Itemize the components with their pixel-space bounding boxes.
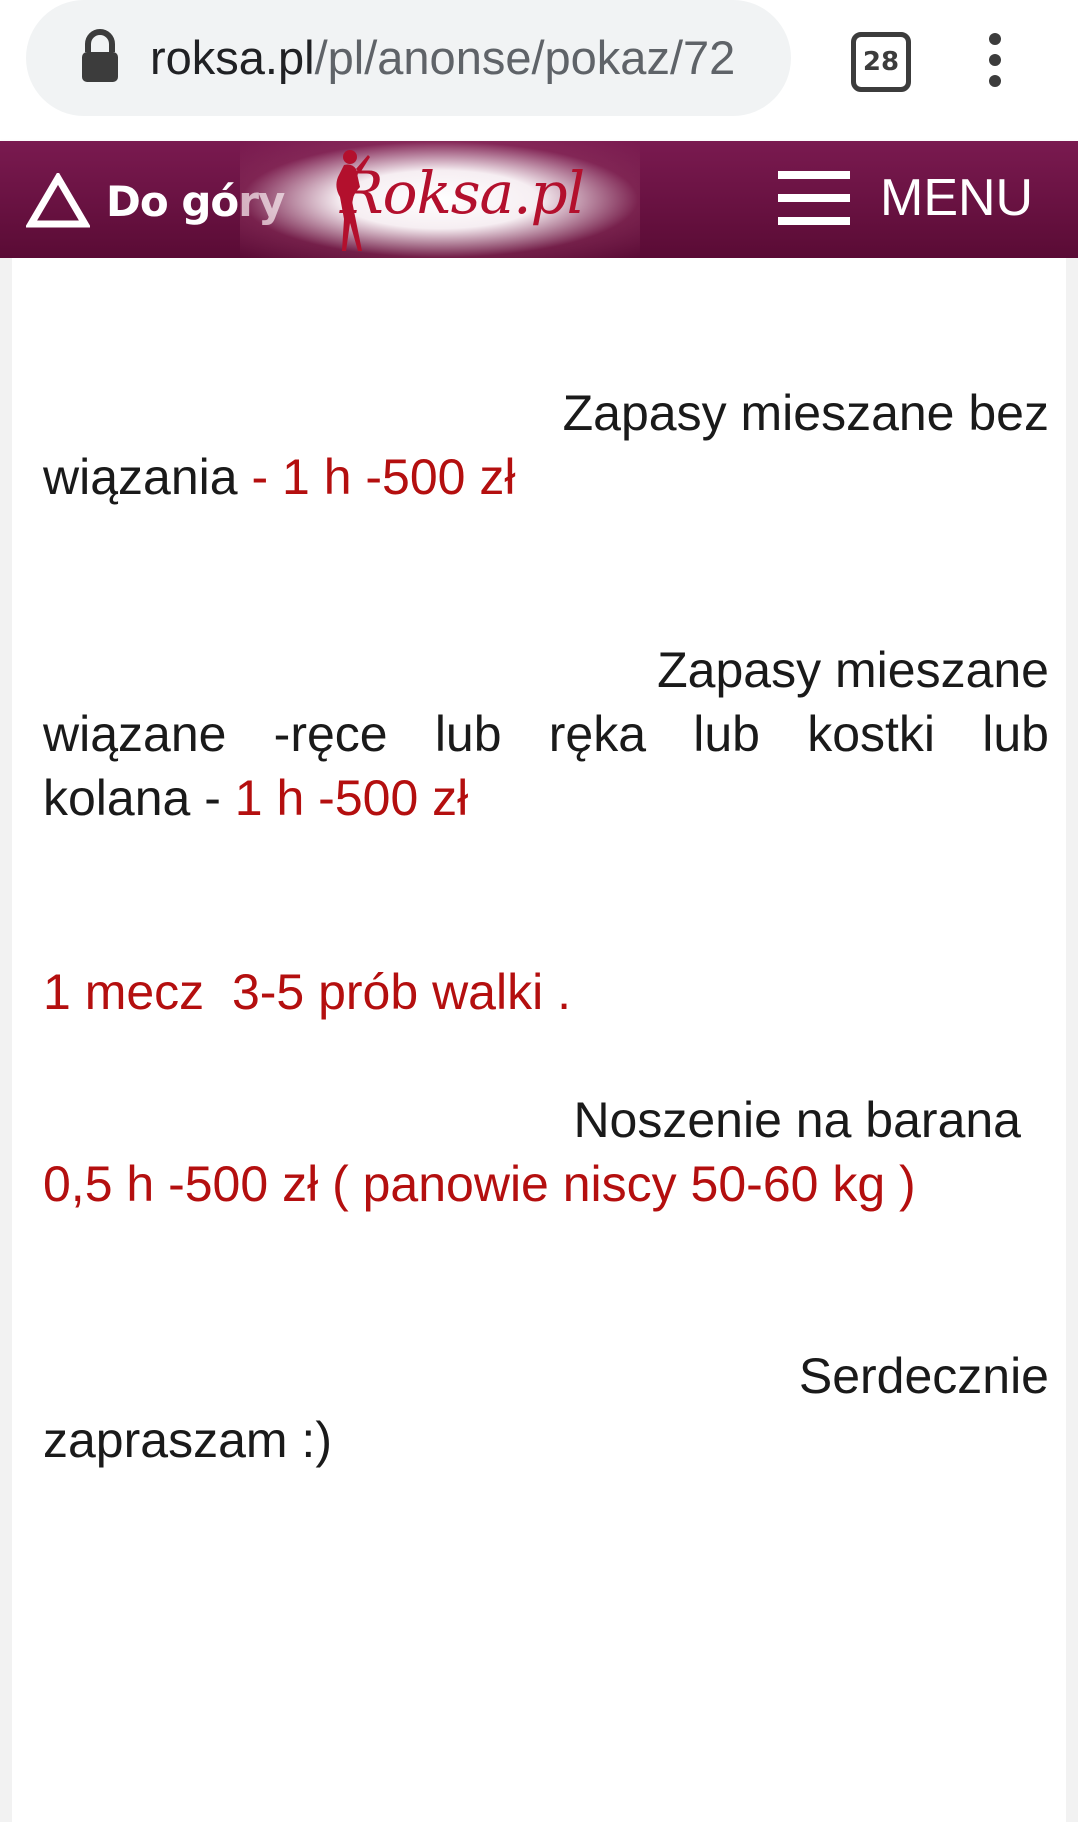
url-host: roksa.pl xyxy=(150,31,315,84)
offer-note: 1 mecz 3-5 prób walki . xyxy=(43,964,571,1020)
offer-word: kostki xyxy=(807,706,936,762)
offer-title-cont: wiązane -ręce lub ręka lub kostki lub xyxy=(43,702,1049,766)
offer-title: Zapasy mieszane xyxy=(657,642,1049,698)
offer-price: - 1 h -500 zł xyxy=(237,449,516,505)
offer-item: Zapasy mieszane wiązane -ręce lub ręka l… xyxy=(43,638,1049,830)
url-path: /pl/anonse/pokaz/72 xyxy=(314,31,736,84)
lock-icon xyxy=(82,29,118,82)
logo-text: Roksa.pl xyxy=(340,159,585,227)
site-logo[interactable]: Roksa.pl xyxy=(240,141,640,258)
offer-word: lub xyxy=(693,706,760,762)
tab-switcher-button[interactable]: 28 xyxy=(851,32,911,92)
hamburger-icon xyxy=(778,171,850,225)
offer-title: Zapasy mieszane bez xyxy=(562,385,1049,441)
offer-item: Zapasy mieszane bez wiązania - 1 h -500 … xyxy=(43,381,1049,509)
site-header: Do góry Roksa.pl MENU xyxy=(0,141,1078,258)
page-edge-right xyxy=(1066,258,1078,1822)
offer-price: 0,5 h -500 zł ( panowie niscy 50-60 kg ) xyxy=(43,1156,916,1212)
url-text[interactable]: roksa.pl/pl/anonse/pokaz/72 xyxy=(150,26,790,90)
menu-label: MENU xyxy=(880,169,1034,227)
offer-word: lub xyxy=(982,706,1049,762)
offer-word: wiązane xyxy=(43,706,227,762)
offer-word: -ręce xyxy=(273,706,388,762)
offer-title: Noszenie na barana xyxy=(573,1092,1021,1148)
browser-toolbar: roksa.pl/pl/anonse/pokaz/72 28 xyxy=(0,0,1078,141)
menu-button[interactable]: MENU xyxy=(778,155,1033,241)
page-edge-left xyxy=(0,258,12,1822)
ad-description: Zapasy mieszane bez wiązania - 1 h -500 … xyxy=(12,258,1066,1822)
offer-price: 1 h -500 zł xyxy=(234,770,469,826)
offer-title-cont: wiązania xyxy=(43,449,238,505)
closing-line-2: zapraszam :) xyxy=(43,1412,332,1468)
offer-item: 1 mecz 3-5 prób walki . xyxy=(43,960,1049,1024)
closing-message: Serdecznie zapraszam :) xyxy=(43,1344,1049,1472)
offer-word: ręka xyxy=(548,706,647,762)
more-vert-icon[interactable] xyxy=(980,30,1010,90)
offer-word: lub xyxy=(434,706,502,762)
offer-item: Noszenie na barana 0,5 h -500 zł ( panow… xyxy=(43,1088,1049,1216)
offer-title-end: kolana - xyxy=(43,770,235,826)
up-triangle-icon xyxy=(26,173,90,228)
closing-line-1: Serdecznie xyxy=(798,1348,1049,1404)
address-bar[interactable]: roksa.pl/pl/anonse/pokaz/72 xyxy=(26,0,791,116)
